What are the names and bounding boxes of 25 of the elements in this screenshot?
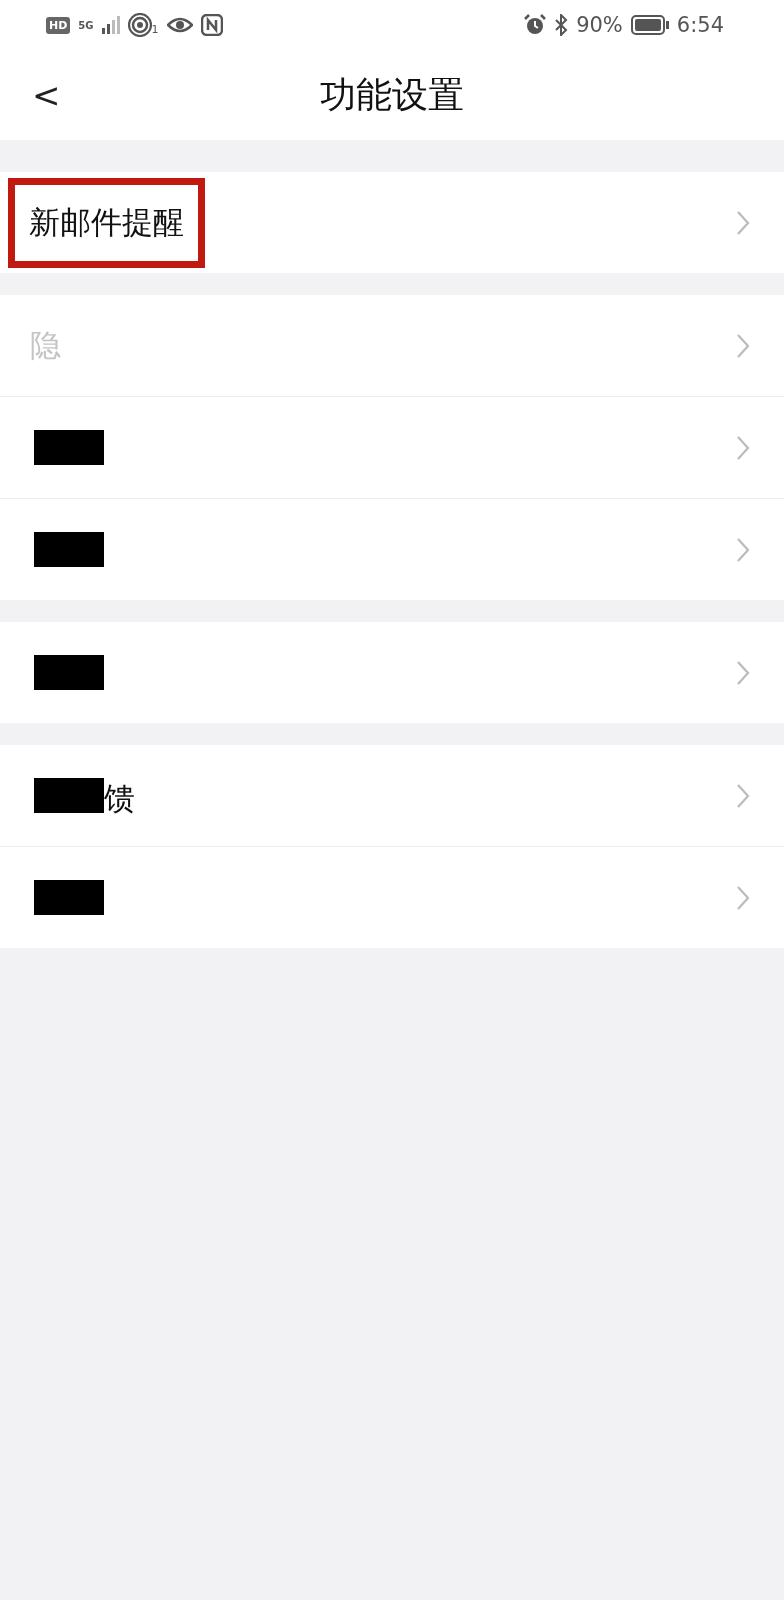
chevron-right-icon [736,782,750,809]
hd-badge: HD [46,16,71,34]
setting-label: 隐 [30,325,61,365]
eye-icon [166,15,193,35]
hotspot-count: 1 [151,23,159,36]
setting-label: 新邮件提醒 [29,203,184,240]
battery-icon [630,15,669,35]
bluetooth-icon [554,14,569,36]
signal-icon [101,16,120,34]
back-button[interactable]: < [28,74,65,116]
battery-percent: 90% [576,13,623,37]
alarm-icon [524,14,547,36]
page-title: 功能设置 [320,72,464,117]
nfc-icon [200,14,223,36]
hotspot-icon [127,13,152,37]
chevron-right-icon [736,209,750,236]
setting-label: 馈 [104,778,135,818]
chevron-right-icon [736,659,750,686]
chevron-right-icon [736,332,750,359]
settings-row[interactable]: 新邮件提醒 [0,172,784,273]
chevron-right-icon [736,536,750,563]
network-type: 5G [78,19,94,31]
clock-time: 6:54 [676,13,724,37]
chevron-right-icon [736,884,750,911]
chevron-right-icon [736,434,750,461]
